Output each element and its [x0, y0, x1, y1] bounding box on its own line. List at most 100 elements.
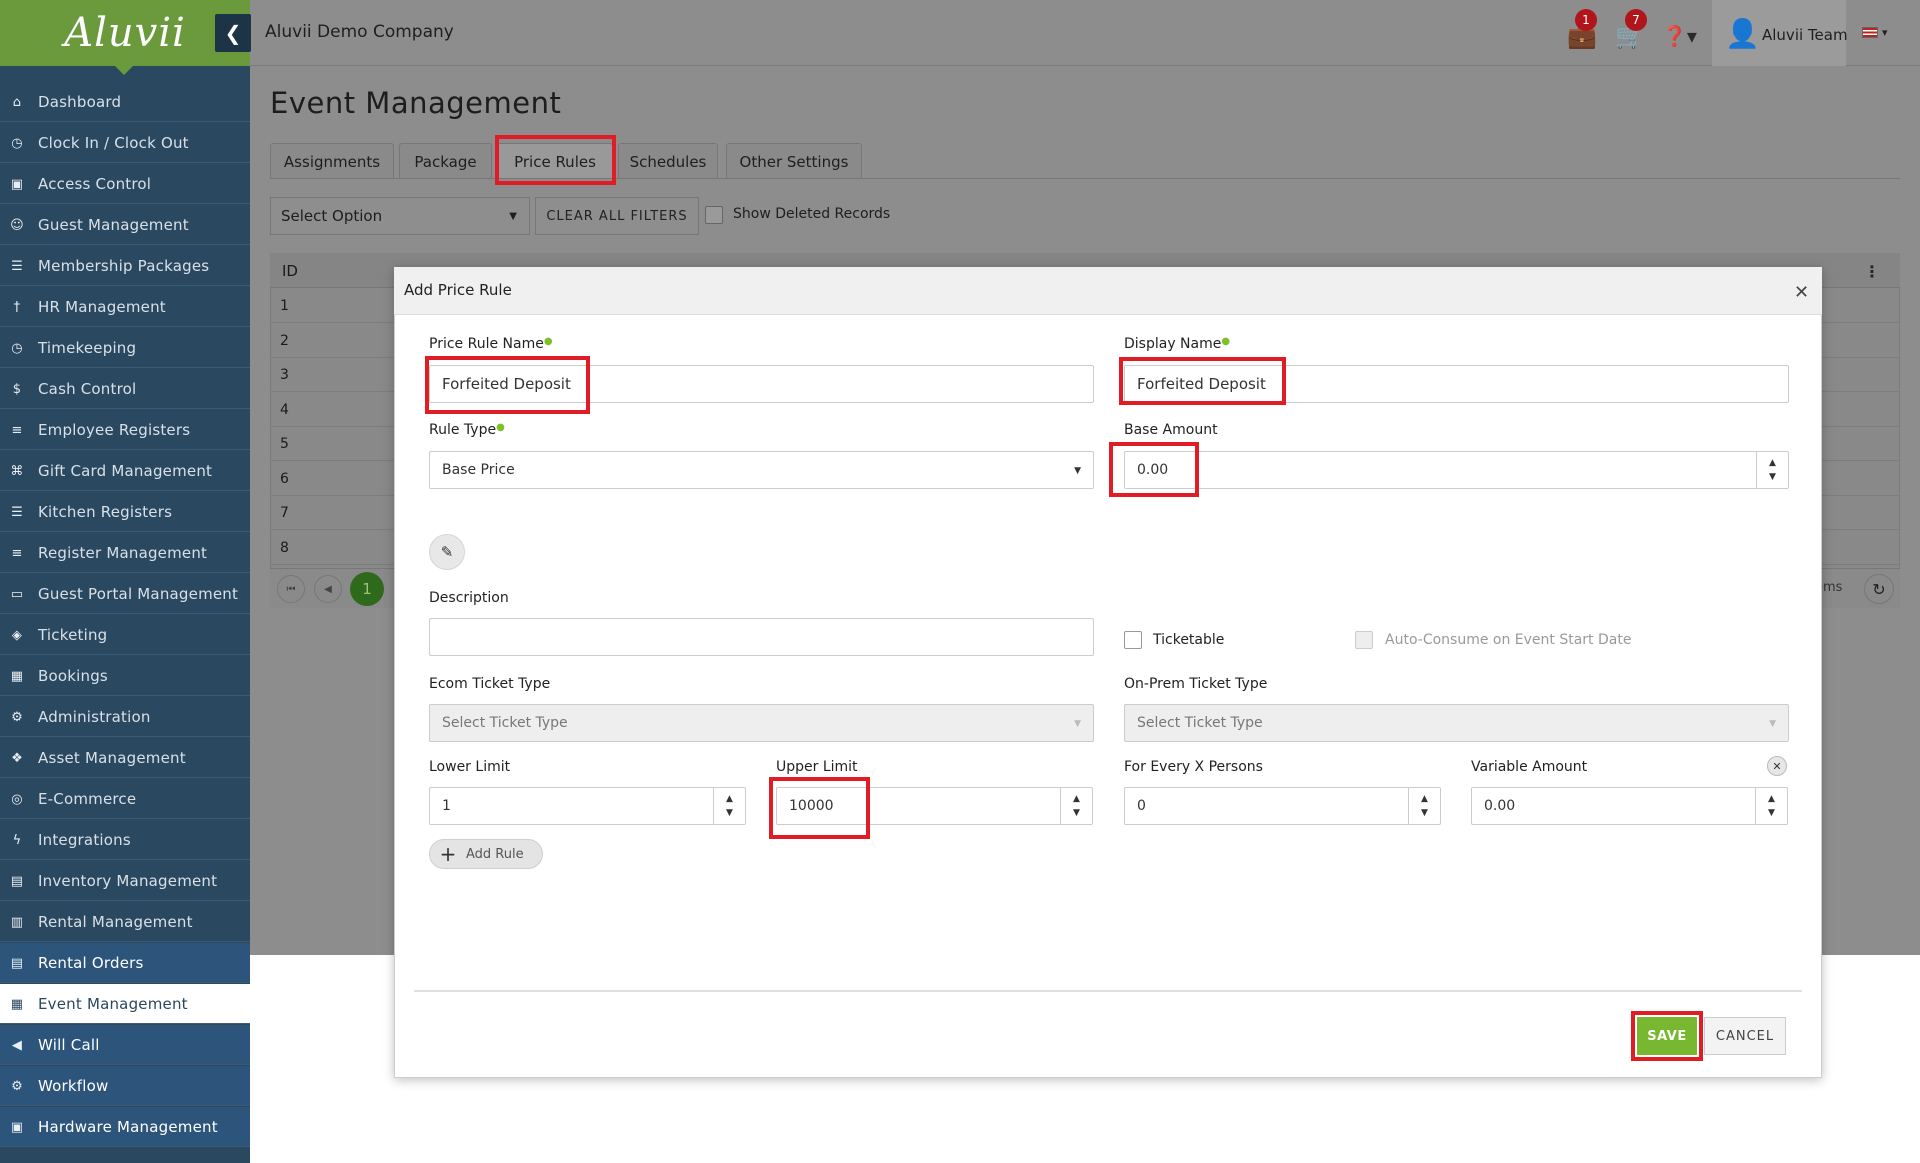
arrow-up-icon[interactable]: ▲ — [1768, 792, 1775, 806]
table-row-id[interactable]: 5 — [280, 436, 289, 452]
arrow-down-icon[interactable]: ▼ — [1421, 806, 1428, 820]
sidebar-item-hr-management[interactable]: † HR Management — [0, 287, 250, 327]
sidebar-item-label: Register Management — [38, 543, 208, 562]
sidebar-item-administration[interactable]: ⚙ Administration — [0, 697, 250, 737]
sidebar-item-rental-orders[interactable]: ▤ Rental Orders — [0, 943, 250, 983]
close-icon[interactable]: ✕ — [1794, 282, 1809, 303]
plus-icon: + — [439, 842, 457, 866]
for-every-persons-stepper[interactable]: ▲ ▼ — [1408, 788, 1440, 824]
page-number-current[interactable]: 1 — [350, 572, 384, 606]
sidebar-item-kitchen-registers[interactable]: ☰ Kitchen Registers — [0, 492, 250, 532]
sidebar-item-event-management[interactable]: ▦ Event Management — [0, 984, 250, 1024]
sidebar-item-rental-management[interactable]: ▥ Rental Management — [0, 902, 250, 942]
sidebar-item-access-control[interactable]: ▣ Access Control — [0, 164, 250, 204]
sidebar-item-clock-in-clock-out[interactable]: ◷ Clock In / Clock Out — [0, 123, 250, 163]
chevron-left-icon: ❮ — [224, 21, 242, 45]
first-page-icon[interactable]: ⏮ — [277, 575, 305, 603]
ticketable-checkbox[interactable] — [1124, 631, 1142, 649]
lower-limit-stepper[interactable]: ▲ ▼ — [713, 788, 745, 824]
calendar-icon: ▦ — [10, 668, 24, 684]
sidebar-item-bookings[interactable]: ▦ Bookings — [0, 656, 250, 696]
arrow-down-icon[interactable]: ▼ — [1073, 806, 1080, 820]
sidebar-item-guest-management[interactable]: ☺ Guest Management — [0, 205, 250, 245]
sidebar-item-label: Timekeeping — [38, 338, 137, 357]
help-icon[interactable]: ❓▾ — [1662, 24, 1697, 48]
sidebar-item-employee-registers[interactable]: ≡ Employee Registers — [0, 410, 250, 450]
logo[interactable]: Aluvii — [0, 0, 250, 75]
table-row-id[interactable]: 6 — [280, 471, 289, 487]
clock-icon: ◷ — [11, 135, 23, 151]
arrow-up-icon[interactable]: ▲ — [1421, 792, 1428, 806]
base-amount-stepper[interactable]: ▲ ▼ — [1756, 452, 1788, 488]
sidebar-item-cash-control[interactable]: $ Cash Control — [0, 369, 250, 409]
dollar-icon: $ — [12, 381, 22, 397]
sidebar-item-dashboard[interactable]: ⌂ Dashboard — [0, 82, 250, 122]
add-rule-button[interactable]: + Add Rule — [429, 839, 543, 869]
table-row-id[interactable]: 7 — [280, 505, 289, 521]
arrow-up-icon[interactable]: ▲ — [1073, 792, 1080, 806]
arrow-down-icon[interactable]: ▼ — [726, 806, 733, 820]
sidebar-item-membership-packages[interactable]: ☰ Membership Packages — [0, 246, 250, 286]
base-amount-label: Base Amount — [1124, 422, 1218, 438]
filter-select[interactable]: Select Option ▼ — [270, 197, 530, 235]
sidebar-collapse-button[interactable]: ❮ — [215, 14, 251, 52]
refresh-icon[interactable]: ↻ — [1864, 574, 1894, 604]
display-name-label: Display Name● — [1124, 336, 1231, 352]
arrow-down-icon[interactable]: ▼ — [1769, 470, 1776, 484]
description-input[interactable] — [429, 618, 1094, 656]
sidebar-item-ticketing[interactable]: ◈ Ticketing — [0, 615, 250, 655]
tab-schedules[interactable]: Schedules — [618, 143, 718, 179]
clear-filters-button[interactable]: CLEAR ALL FILTERS — [535, 197, 699, 235]
user-tie-icon: † — [13, 299, 21, 315]
chevron-down-icon[interactable]: ▾ — [1882, 26, 1888, 39]
caret-down-icon: ▼ — [509, 211, 517, 222]
flag-us-icon[interactable] — [1862, 27, 1878, 38]
arrow-up-icon[interactable]: ▲ — [726, 792, 733, 806]
arrow-down-icon[interactable]: ▼ — [1768, 806, 1775, 820]
sidebar-item-will-call[interactable]: ◀ Will Call — [0, 1025, 250, 1065]
prev-page-icon[interactable]: ◀ — [314, 575, 342, 603]
column-menu-icon[interactable]: ⋮ — [1864, 262, 1880, 281]
auto-consume-checkbox[interactable] — [1355, 631, 1373, 649]
sidebar-item-workflow[interactable]: ⚙ Workflow — [0, 1066, 250, 1106]
remove-rule-icon[interactable]: ✕ — [1767, 756, 1787, 776]
sidebar-item-e-commerce[interactable]: ◎ E-Commerce — [0, 779, 250, 819]
variable-amount-stepper[interactable]: ▲ ▼ — [1755, 788, 1787, 824]
sidebar-item-label: Ticketing — [38, 625, 108, 644]
sidebar-item-guest-portal-management[interactable]: ▭ Guest Portal Management — [0, 574, 250, 614]
print-icon: ▣ — [10, 1119, 24, 1135]
base-amount-input[interactable]: 0.00 ▲ ▼ — [1124, 451, 1789, 489]
table-row-id[interactable]: 8 — [280, 540, 289, 556]
gift-icon: ⌘ — [10, 463, 24, 479]
edit-description-button[interactable]: ✎ — [429, 534, 465, 570]
rule-type-select[interactable]: Base Price ▼ — [429, 451, 1094, 489]
tab-assignments[interactable]: Assignments — [270, 143, 394, 179]
tab-package[interactable]: Package — [399, 143, 492, 179]
arrow-up-icon[interactable]: ▲ — [1769, 456, 1776, 470]
sidebar-item-register-management[interactable]: ≡ Register Management — [0, 533, 250, 573]
upper-limit-stepper[interactable]: ▲ ▼ — [1060, 788, 1092, 824]
cancel-button[interactable]: CANCEL — [1704, 1017, 1786, 1055]
ecom-ticket-type-select[interactable]: Select Ticket Type ▼ — [429, 704, 1094, 742]
table-row-id[interactable]: 2 — [280, 333, 289, 349]
sidebar-item-label: Bookings — [38, 666, 108, 685]
table-row-id[interactable]: 1 — [280, 298, 289, 314]
sidebar-item-timekeeping[interactable]: ◷ Timekeeping — [0, 328, 250, 368]
sidebar-item-asset-management[interactable]: ❖ Asset Management — [0, 738, 250, 778]
grid-id-header[interactable]: ID — [282, 262, 298, 280]
lower-limit-input[interactable]: 1 ▲ ▼ — [429, 787, 746, 825]
sidebar-item-integrations[interactable]: ϟ Integrations — [0, 820, 250, 860]
sidebar-item-inventory-management[interactable]: ▤ Inventory Management — [0, 861, 250, 901]
sidebar-item-hardware-management[interactable]: ▣ Hardware Management — [0, 1107, 250, 1147]
table-row-id[interactable]: 4 — [280, 402, 289, 418]
sidebar-item-label: Event Management — [38, 994, 188, 1013]
highlight-price-rules-tab — [495, 135, 616, 185]
variable-amount-input[interactable]: 0.00 ▲ ▼ — [1471, 787, 1788, 825]
for-every-persons-input[interactable]: 0 ▲ ▼ — [1124, 787, 1441, 825]
show-deleted-checkbox[interactable] — [705, 206, 723, 224]
sidebar-item-gift-card-management[interactable]: ⌘ Gift Card Management — [0, 451, 250, 491]
onprem-ticket-type-select[interactable]: Select Ticket Type ▼ — [1124, 704, 1789, 742]
sidebar-item-label: Integrations — [38, 830, 131, 849]
tab-other-settings[interactable]: Other Settings — [726, 143, 862, 179]
table-row-id[interactable]: 3 — [280, 367, 289, 383]
